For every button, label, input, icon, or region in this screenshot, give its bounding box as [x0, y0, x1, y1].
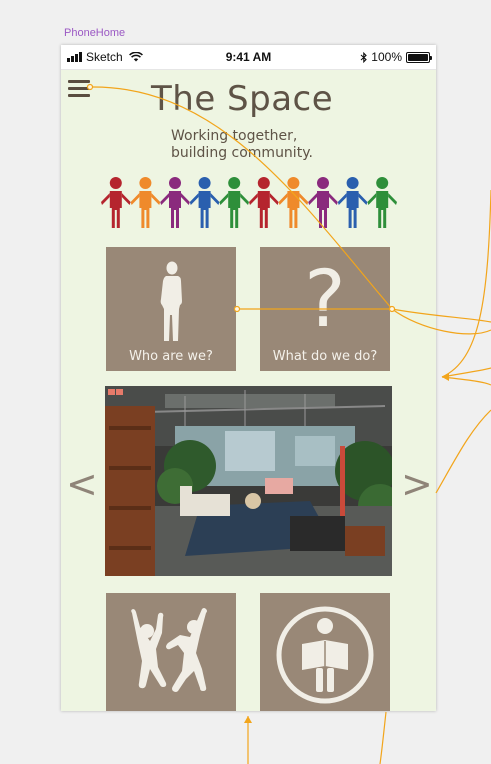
who-are-we-label: Who are we?	[129, 349, 213, 364]
person-figure	[278, 177, 309, 228]
tagline-line-2: building community.	[171, 145, 313, 161]
person-figure	[189, 177, 220, 228]
carousel-image[interactable]	[105, 386, 392, 576]
people-chain-illustration	[101, 177, 397, 228]
battery-percent: 100%	[371, 50, 402, 64]
reading-person-icon	[276, 606, 374, 704]
question-mark-icon: ?	[304, 255, 346, 345]
what-do-we-do-button[interactable]: ? What do we do?	[260, 247, 390, 371]
status-right: 100%	[360, 50, 432, 64]
learn-button[interactable]	[260, 593, 390, 711]
person-figure	[367, 177, 397, 228]
person-figure	[160, 177, 190, 228]
events-button[interactable]	[106, 593, 236, 711]
carousel-prev-button[interactable]: <	[66, 465, 98, 503]
phone-screen: Sketch 9:41 AM 100% The Space Working to…	[61, 45, 436, 711]
person-figure	[337, 177, 368, 228]
dancing-people-icon	[131, 608, 207, 692]
next-link-connector	[435, 409, 491, 494]
hamburger-menu-icon[interactable]	[68, 80, 90, 97]
who-are-we-button[interactable]: Who are we?	[106, 247, 236, 371]
artboard-label: PhoneHome	[64, 27, 126, 39]
learn-link-connector	[379, 711, 387, 764]
tagline: Working together, building community.	[171, 128, 313, 162]
page-title-text: The Space	[151, 79, 334, 119]
person-standing-icon	[160, 261, 182, 341]
coworking-lounge-photo	[105, 386, 392, 576]
carousel-next-button[interactable]: >	[401, 465, 433, 503]
person-figure	[101, 177, 131, 228]
person-figure	[130, 177, 161, 228]
person-figure	[219, 177, 249, 228]
bluetooth-icon	[360, 51, 368, 63]
person-figure	[308, 177, 338, 228]
person-figure	[249, 177, 279, 228]
tagline-line-1: Working together,	[171, 128, 298, 144]
status-bar: Sketch 9:41 AM 100%	[61, 45, 436, 70]
battery-icon	[406, 51, 432, 63]
what-do-we-do-label: What do we do?	[272, 349, 378, 364]
